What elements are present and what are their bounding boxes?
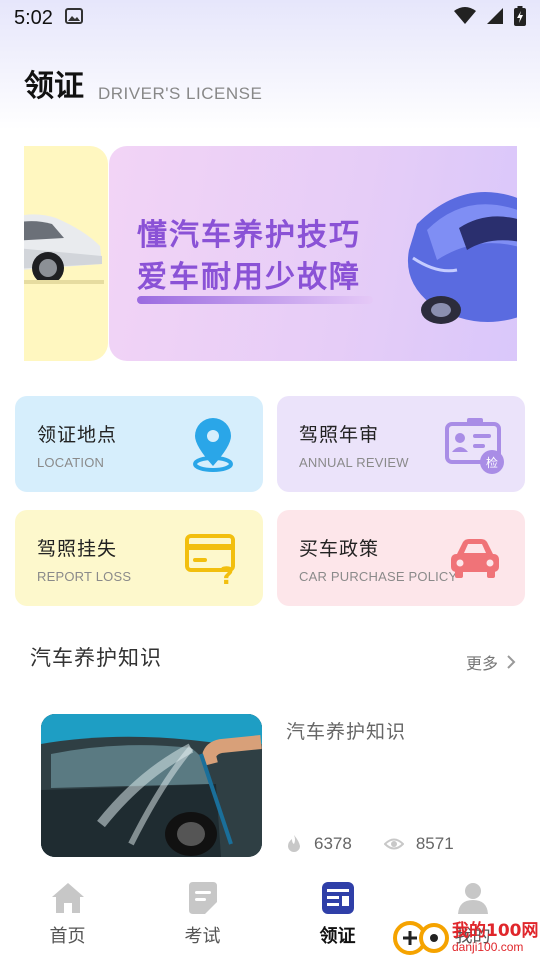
location-card[interactable]: 领证地点 LOCATION	[15, 396, 263, 492]
tab-exam[interactable]: 考试	[135, 872, 270, 960]
article-stats: 6378 8571	[286, 834, 454, 854]
status-time: 5:02	[14, 6, 53, 29]
profile-icon	[457, 883, 488, 914]
location-pin-icon	[193, 418, 233, 472]
tab-label: 领证	[319, 926, 356, 947]
view-stat: 8571	[383, 834, 454, 854]
tab-home[interactable]: 首页	[0, 872, 135, 960]
exam-icon	[188, 882, 217, 914]
watermark-domain: danji100.com	[452, 940, 524, 954]
tab-label: 首页	[49, 926, 86, 947]
tab-label: 考试	[184, 926, 221, 947]
blue-sports-car-image	[408, 192, 517, 324]
white-car-image	[24, 214, 104, 284]
banner-headline-1: 懂汽车养护技巧	[137, 218, 361, 253]
watermark-logo	[393, 921, 449, 955]
report-loss-card[interactable]: 驾照挂失 REPORT LOSS ?	[15, 510, 263, 606]
tab-license[interactable]: 领证	[270, 872, 405, 960]
page-title: 领证	[24, 69, 84, 104]
banner-underline	[137, 296, 373, 304]
flame-icon	[288, 835, 300, 852]
page-header: 领证 DRIVER'S LICENSE	[24, 68, 262, 106]
site-watermark: 我的100网 danji100.com	[392, 912, 540, 960]
svg-text:?: ?	[220, 562, 234, 590]
section-title: 汽车养护知识	[30, 646, 162, 670]
banner-main-slide[interactable]: 懂汽车养护技巧 爱车耐用少故障	[109, 146, 517, 361]
image-notification-icon	[64, 7, 83, 29]
card-question-icon: ?	[185, 534, 235, 590]
eye-icon	[383, 838, 404, 850]
article-thumbnail[interactable]	[41, 714, 262, 857]
battery-icon	[514, 5, 526, 31]
banner-carousel[interactable]: 懂汽车养护技巧 爱车耐用少故障	[24, 146, 517, 361]
more-link[interactable]: 更多	[466, 650, 516, 674]
status-icons	[454, 5, 526, 31]
car-wash-image	[41, 714, 262, 857]
license-icon	[321, 882, 354, 914]
watermark-brand: 我的100网	[452, 921, 539, 941]
wifi-icon	[454, 6, 476, 30]
id-card-inspect-icon: 检	[445, 418, 504, 474]
hot-stat: 6378	[286, 834, 352, 854]
status-bar: 5:02	[0, 0, 540, 36]
more-label: 更多	[465, 654, 498, 673]
car-purchase-policy-card[interactable]: 买车政策 CAR PURCHASE POLICY	[277, 510, 525, 606]
article-title[interactable]: 汽车养护知识	[286, 717, 406, 744]
hot-count: 6378	[314, 834, 352, 853]
home-icon	[51, 883, 84, 913]
view-count: 8571	[415, 834, 454, 853]
annual-review-card[interactable]: 驾照年审 ANNUAL REVIEW 检	[277, 396, 525, 492]
car-icon	[451, 539, 499, 578]
chevron-right-icon	[507, 655, 516, 669]
banner-prev-slide[interactable]	[24, 146, 108, 361]
banner-headline-2: 爱车耐用少故障	[137, 260, 361, 295]
signal-icon	[486, 7, 504, 30]
svg-text:检: 检	[486, 455, 498, 470]
page-subtitle: DRIVER'S LICENSE	[98, 84, 263, 103]
